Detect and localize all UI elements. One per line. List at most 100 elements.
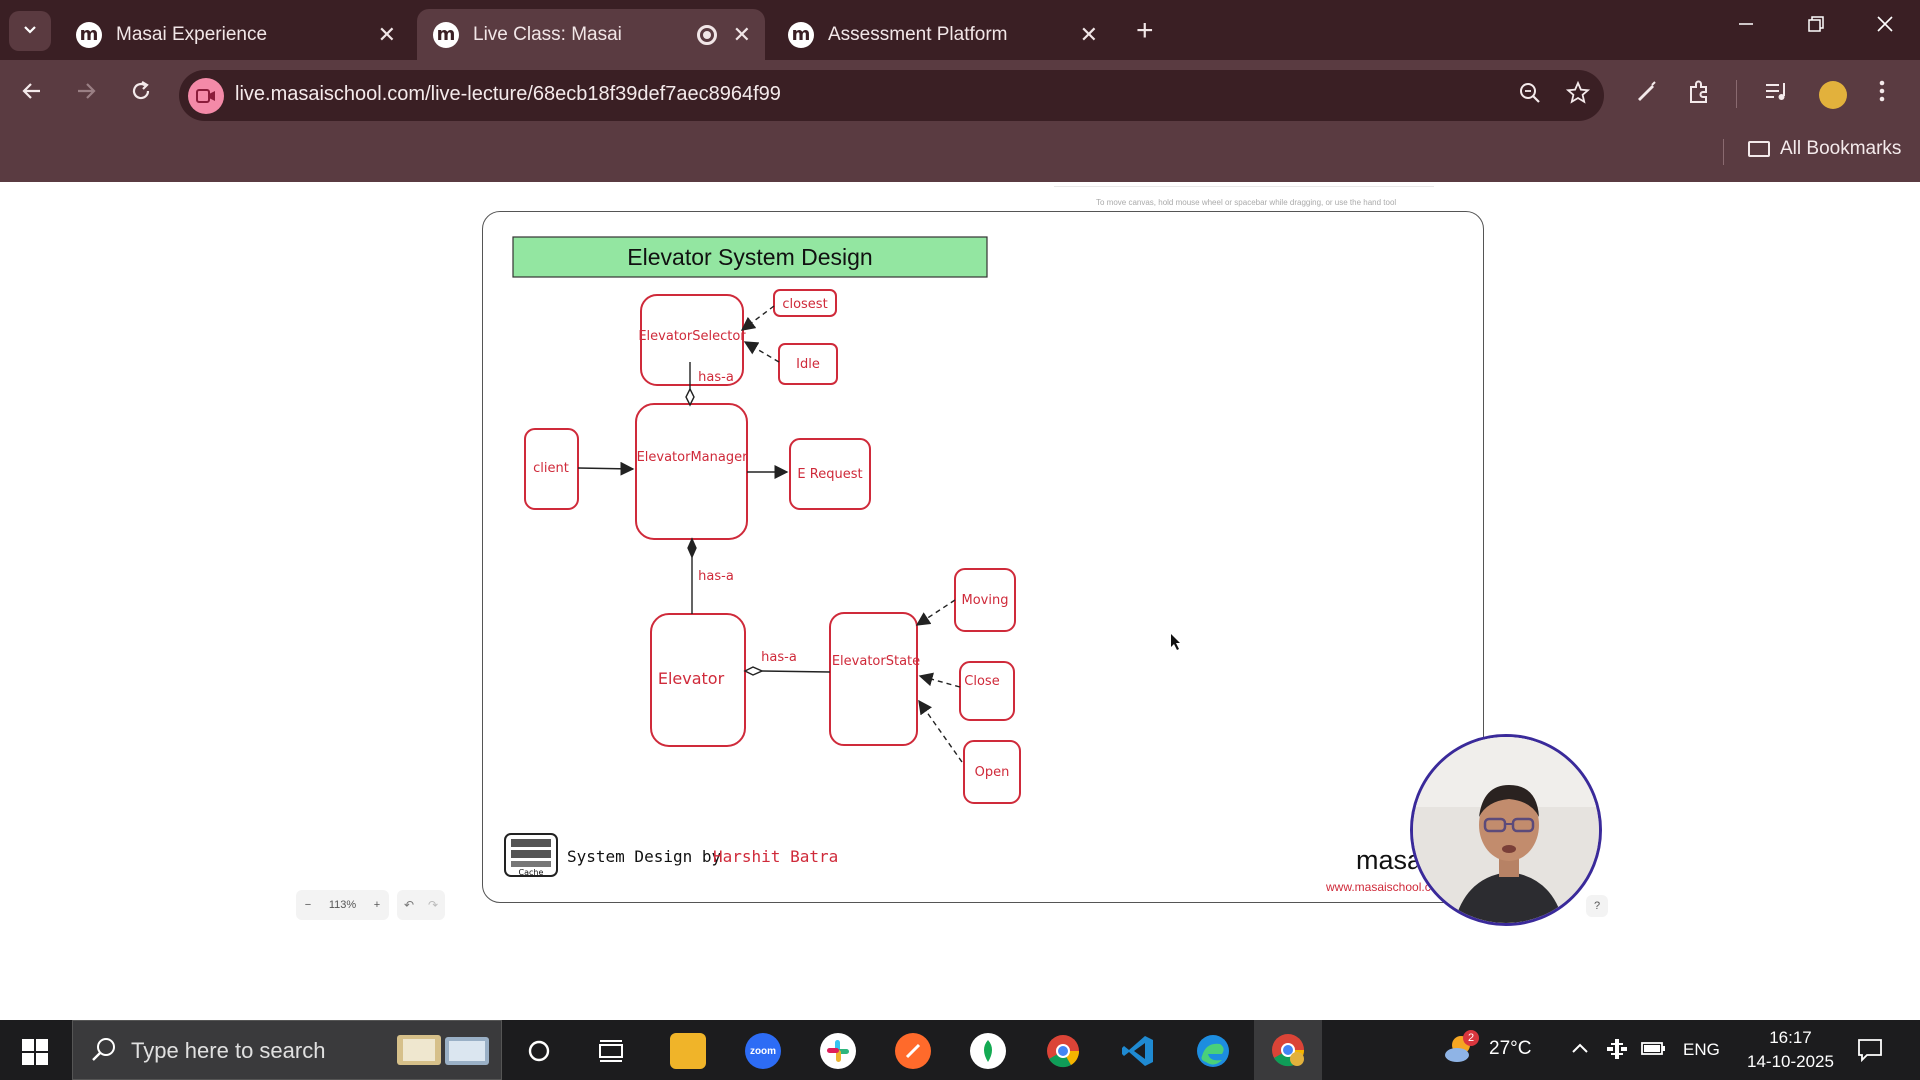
node-idle-label: Idle <box>796 357 820 372</box>
bookmark-star-icon[interactable] <box>1565 80 1591 112</box>
forward-arrow-icon[interactable] <box>74 79 98 110</box>
edge-moving-state <box>915 599 956 626</box>
history-controls: ↶ ↷ <box>397 890 445 920</box>
vscode-icon[interactable] <box>1120 1033 1156 1069</box>
windows-start-icon[interactable] <box>22 1039 48 1070</box>
all-bookmarks-button[interactable]: All Bookmarks <box>1748 138 1901 160</box>
reload-icon[interactable] <box>129 79 153 110</box>
cortana-icon[interactable] <box>527 1039 551 1068</box>
zoom-controls: − 113% + <box>296 890 389 920</box>
mongodb-icon[interactable] <box>970 1033 1006 1069</box>
node-elevator-selector-label: ElevatorSelector <box>638 329 746 344</box>
footer-author: Harshit Batra <box>713 847 838 866</box>
diagram-svg: Elevator System Design ElevatorSelector … <box>504 236 1447 894</box>
bookmarks-separator <box>1723 139 1724 165</box>
toolbar-separator <box>1736 80 1737 108</box>
taskbar-search[interactable]: Type here to search <box>72 1020 502 1080</box>
edge-label-has-a-bottom: has-a <box>761 650 797 665</box>
tab-masai-experience[interactable]: m Masai Experience ✕ <box>60 9 410 60</box>
edge-closest-selector <box>740 305 775 331</box>
tab-live-class[interactable]: m Live Class: Masai ✕ <box>417 9 765 60</box>
pen-extension-icon[interactable] <box>1634 79 1658 110</box>
node-elevator-manager <box>635 403 748 540</box>
tab-search-button[interactable] <box>9 11 51 51</box>
edge-open-state <box>918 699 963 763</box>
close-window-icon[interactable] <box>1876 12 1894 40</box>
diagram-title: Elevator System Design <box>627 244 872 270</box>
system-clock[interactable]: 16:17 14-10-2025 <box>1747 1026 1834 1074</box>
redo-icon[interactable]: ↷ <box>428 898 438 912</box>
profile-avatar[interactable] <box>1819 81 1847 109</box>
undo-icon[interactable]: ↶ <box>404 898 414 912</box>
help-icon[interactable]: ? <box>1586 895 1608 917</box>
close-tab-icon[interactable]: ✕ <box>378 22 396 48</box>
node-close <box>959 661 1015 721</box>
back-arrow-icon[interactable] <box>20 79 44 110</box>
url-text[interactable]: live.masaischool.com/live-lecture/68ecb1… <box>235 83 781 106</box>
more-menu-icon[interactable] <box>1878 79 1886 110</box>
search-placeholder: Type here to search <box>131 1038 326 1063</box>
node-elevator-state <box>829 612 918 746</box>
new-tab-icon[interactable]: + <box>1136 14 1154 48</box>
browser-toolbar: live.masaischool.com/live-lecture/68ecb1… <box>0 60 1920 129</box>
edge-label-has-a-top: has-a <box>698 370 734 385</box>
network-icon[interactable] <box>1606 1038 1628 1066</box>
chevron-down-icon <box>23 22 37 40</box>
chrome-active-icon[interactable] <box>1254 1020 1322 1080</box>
camera-site-icon[interactable] <box>188 78 224 114</box>
zoom-magnifier-icon[interactable] <box>1518 81 1542 112</box>
node-elevator-state-label: ElevatorState <box>832 654 920 669</box>
tab-title: Masai Experience <box>116 23 268 45</box>
zoom-level[interactable]: 113% <box>329 899 356 911</box>
address-bar[interactable]: live.masaischool.com/live-lecture/68ecb1… <box>179 70 1604 121</box>
edge-label-has-a-middle: has-a <box>698 569 734 584</box>
extensions-puzzle-icon[interactable] <box>1687 79 1713 112</box>
battery-icon[interactable] <box>1641 1038 1667 1064</box>
edge-icon[interactable] <box>1195 1033 1231 1069</box>
weather-badge: 2 <box>1463 1030 1479 1046</box>
all-bookmarks-label: All Bookmarks <box>1780 138 1902 159</box>
folder-icon <box>1748 141 1770 157</box>
composition-diamond <box>687 537 697 559</box>
tab-title: Live Class: Masai <box>473 23 622 45</box>
node-close-label: Close <box>964 674 999 689</box>
page-content: To move canvas, hold mouse wheel or spac… <box>0 182 1920 1020</box>
minimize-icon[interactable] <box>1737 12 1755 40</box>
node-e-request-label: E Request <box>797 467 862 482</box>
chrome-icon[interactable] <box>1045 1033 1081 1069</box>
task-view-icon[interactable] <box>598 1039 624 1068</box>
language-indicator[interactable]: ENG <box>1683 1040 1720 1060</box>
edge-client-manager <box>577 461 635 476</box>
close-tab-icon[interactable]: ✕ <box>733 22 751 48</box>
aggregation-diamond <box>685 387 695 407</box>
node-open-label: Open <box>975 765 1010 780</box>
tray-chevron-up-icon[interactable] <box>1570 1038 1590 1064</box>
tab-strip: m Masai Experience ✕ m Live Class: Masai… <box>0 0 1920 60</box>
slack-icon[interactable] <box>820 1033 856 1069</box>
zoom-out-button[interactable]: − <box>305 899 311 911</box>
zoom-app-label: zoom <box>749 1045 777 1057</box>
search-icon <box>91 1037 117 1068</box>
presenter-webcam[interactable] <box>1410 734 1602 926</box>
media-control-icon[interactable] <box>1764 79 1790 110</box>
restore-icon[interactable] <box>1807 12 1825 40</box>
file-explorer-icon[interactable] <box>670 1033 706 1069</box>
cache-caption: Cache <box>519 868 544 877</box>
mouse-cursor <box>1171 634 1180 650</box>
search-highlight-icon <box>393 1029 493 1078</box>
close-tab-icon[interactable]: ✕ <box>1080 22 1098 48</box>
zoom-app-icon[interactable]: zoom <box>745 1033 781 1069</box>
aggregation-diamond <box>743 666 764 676</box>
masai-favicon-icon: m <box>76 21 102 48</box>
tab-assessment-platform[interactable]: m Assessment Platform ✕ <box>772 9 1112 60</box>
edge-elevator-state <box>761 670 831 673</box>
cache-logo: Cache <box>504 833 558 877</box>
postman-icon[interactable] <box>895 1033 931 1069</box>
notification-icon[interactable] <box>1857 1038 1883 1068</box>
zoom-in-button[interactable]: + <box>374 899 380 911</box>
masai-favicon-icon: m <box>433 21 459 48</box>
edge-idle-selector <box>743 341 780 363</box>
footer-prefix: System Design by <box>567 847 721 866</box>
weather-temp[interactable]: 27°C <box>1489 1038 1531 1060</box>
tab-title: Assessment Platform <box>828 23 1008 45</box>
